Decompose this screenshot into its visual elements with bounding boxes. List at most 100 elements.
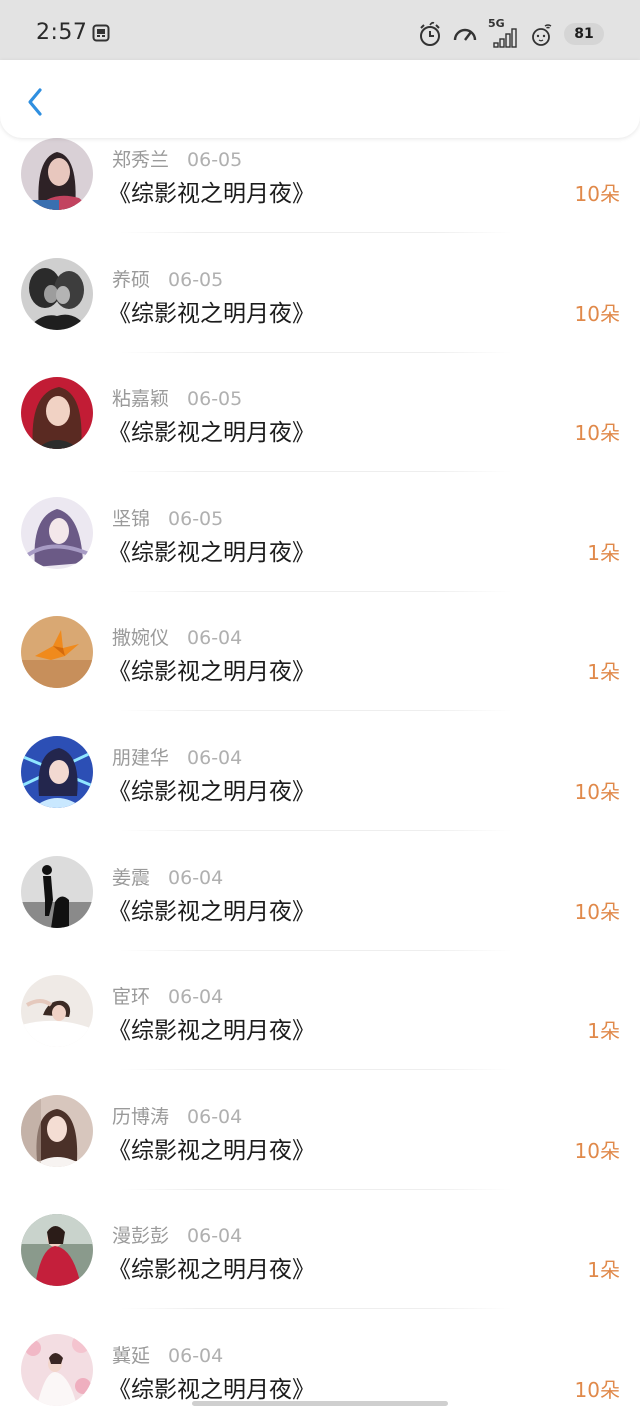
wifi-pet-icon	[528, 21, 554, 47]
flower-amount: 10朵	[574, 182, 620, 206]
page: 2:57 5G 81 郑秀兰 06-05 《综影视之明月夜》 10朵 养硕 06…	[0, 0, 640, 1408]
woman-bed-avatar	[21, 975, 93, 1048]
list-item[interactable]: 坚锦 06-05 《综影视之明月夜》 1朵	[0, 496, 640, 617]
back-button[interactable]	[18, 80, 54, 120]
send-date: 06-05	[168, 268, 224, 291]
sender-meta: 郑秀兰 06-05	[112, 145, 242, 172]
sender-meta: 历博涛 06-04	[112, 1102, 242, 1129]
battery-level: 81	[574, 26, 594, 42]
silhouette-avatar	[21, 855, 93, 928]
book-title: 《综影视之明月夜》	[108, 659, 315, 686]
list-item[interactable]: 养硕 06-05 《综影视之明月夜》 10朵	[0, 257, 640, 378]
send-date: 06-04	[187, 1105, 243, 1128]
list-item[interactable]: 朋建华 06-04 《综影视之明月夜》 10朵	[0, 735, 640, 856]
send-date: 06-05	[168, 507, 224, 530]
row-divider	[120, 1188, 512, 1190]
sender-name: 郑秀兰	[112, 149, 170, 171]
red-dress-avatar	[21, 1214, 93, 1287]
status-time: 2:57	[36, 20, 88, 45]
flower-amount: 1朵	[587, 1019, 620, 1044]
row-divider	[120, 232, 512, 233]
book-title: 《综影视之明月夜》	[108, 181, 315, 207]
sender-name: 撒婉仪	[112, 627, 170, 650]
sender-name: 养硕	[112, 268, 151, 291]
sender-name: 坚锦	[112, 507, 151, 530]
row-divider	[120, 1308, 512, 1310]
app-notification-icon	[92, 24, 110, 42]
sender-meta: 朋建华 06-04	[112, 743, 242, 770]
blossom-avatar	[21, 1333, 93, 1406]
book-title: 《综影视之明月夜》	[108, 1137, 315, 1164]
row-divider	[120, 590, 512, 592]
anime-girl-avatar	[21, 377, 93, 450]
book-title: 《综影视之明月夜》	[108, 1018, 315, 1045]
flower-amount: 1朵	[587, 1258, 620, 1283]
signal-5g-icon: 5G	[488, 17, 518, 49]
paper-crane-avatar	[21, 616, 93, 689]
list-item[interactable]: 撒婉仪 06-04 《综影视之明月夜》 1朵	[0, 616, 640, 736]
book-title: 《综影视之明月夜》	[108, 1257, 315, 1284]
flower-amount: 10朵	[574, 779, 620, 804]
sender-name: 姜震	[112, 866, 151, 889]
book-title: 《综影视之明月夜》	[108, 300, 315, 327]
flower-amount: 1朵	[587, 660, 620, 685]
row-divider	[120, 1069, 512, 1071]
book-title: 《综影视之明月夜》	[108, 420, 315, 447]
sender-meta: 冀延 06-04	[112, 1341, 223, 1368]
list-item[interactable]: 冀延 06-04 《综影视之明月夜》 10朵	[0, 1333, 640, 1408]
sender-meta: 撒婉仪 06-04	[112, 623, 242, 650]
chevron-left-icon	[28, 88, 42, 116]
sender-name: 冀延	[112, 1344, 151, 1367]
speedometer-icon	[452, 22, 478, 46]
flower-amount: 10朵	[574, 1138, 620, 1163]
sender-meta: 姜震 06-04	[112, 863, 223, 890]
list-item[interactable]: 漫彭彭 06-04 《综影视之明月夜》 1朵	[0, 1214, 640, 1334]
woman-portrait-avatar	[21, 138, 93, 210]
gift-record-list: 郑秀兰 06-05 《综影视之明月夜》 10朵 养硕 06-05 《综影视之明月…	[0, 138, 640, 1408]
battery-indicator: 81	[564, 21, 604, 47]
send-date: 06-04	[187, 627, 243, 650]
flower-amount: 10朵	[574, 1377, 620, 1402]
row-divider	[120, 829, 512, 831]
book-title: 《综影视之明月夜》	[108, 1376, 315, 1403]
list-item[interactable]: 宦环 06-04 《综影视之明月夜》 1朵	[0, 975, 640, 1095]
list-item[interactable]: 粘嘉颖 06-05 《综影视之明月夜》 10朵	[0, 377, 640, 497]
woman-hat-avatar	[21, 1094, 93, 1167]
sender-meta: 坚锦 06-05	[112, 504, 223, 531]
sender-meta: 粘嘉颖 06-05	[112, 384, 242, 411]
list-item[interactable]: 历博涛 06-04 《综影视之明月夜》 10朵	[0, 1094, 640, 1215]
anime-purple-avatar	[21, 496, 93, 569]
book-title: 《综影视之明月夜》	[108, 898, 315, 925]
sender-meta: 养硕 06-05	[112, 265, 223, 292]
home-indicator[interactable]	[192, 1401, 448, 1406]
flower-amount: 10朵	[574, 301, 620, 326]
send-date: 06-04	[168, 986, 224, 1009]
send-date: 06-05	[187, 149, 243, 171]
send-date: 06-04	[187, 1225, 243, 1248]
sender-name: 历博涛	[112, 1105, 170, 1128]
send-date: 06-04	[168, 1344, 224, 1367]
anime-blue-avatar	[21, 735, 93, 808]
send-date: 06-04	[187, 746, 243, 769]
book-title: 《综影视之明月夜》	[108, 778, 315, 805]
flower-amount: 1朵	[587, 540, 620, 565]
sender-name: 朋建华	[112, 746, 170, 769]
book-title: 《综影视之明月夜》	[108, 539, 315, 566]
flower-amount: 10朵	[574, 899, 620, 924]
row-divider	[120, 351, 512, 353]
flower-amount: 10朵	[574, 421, 620, 446]
send-date: 06-05	[187, 388, 243, 411]
sender-name: 漫彭彭	[112, 1225, 170, 1248]
row-divider	[120, 710, 512, 712]
alarm-clock-icon	[418, 21, 442, 47]
sender-name: 粘嘉颖	[112, 388, 170, 411]
send-date: 06-04	[168, 866, 224, 889]
sender-meta: 宦环 06-04	[112, 982, 223, 1009]
row-divider	[120, 471, 512, 473]
couple-bw-avatar	[21, 257, 93, 330]
list-item[interactable]: 郑秀兰 06-05 《综影视之明月夜》 10朵	[0, 138, 640, 258]
list-item[interactable]: 姜震 06-04 《综影视之明月夜》 10朵	[0, 855, 640, 976]
status-bar: 2:57 5G 81	[0, 0, 640, 62]
row-divider	[120, 949, 512, 951]
sender-name: 宦环	[112, 986, 151, 1009]
